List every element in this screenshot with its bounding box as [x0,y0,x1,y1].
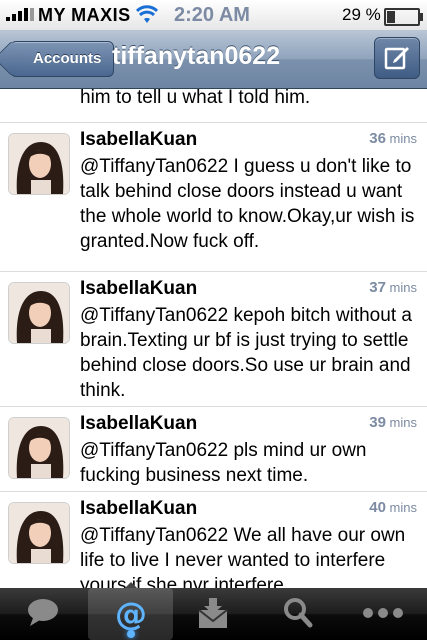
tweet-text: @TiffanyTan0622 kepoh bitch without a br… [80,305,412,401]
avatar[interactable] [8,502,70,564]
tab-mentions[interactable]: @ [88,582,173,640]
tab-bar: @ [0,582,427,640]
at-sign-icon: @ [115,596,147,632]
battery-percentage: 29 % [342,5,381,24]
wifi-icon [136,5,158,23]
tweet-row[interactable]: IsabellaKuan 36 mins @TiffanyTan0622 I g… [0,123,427,272]
timestamp-unit: mins [385,500,417,515]
tweet-username[interactable]: IsabellaKuan [80,278,197,300]
tweet-timestamp: 39 mins [369,414,417,431]
timestamp-unit: mins [385,415,417,430]
status-bar: MY MAXIS 2:20 AM 29 % [0,0,427,30]
tweet-text: @TiffanyTan0622 I guess u don't like to … [80,156,415,252]
tab-more[interactable] [340,588,425,640]
timestamp-unit: mins [385,280,417,295]
speech-bubble-icon [27,599,58,626]
battery-icon [384,8,423,26]
timestamp-number: 36 [369,130,386,147]
mentions-timeline[interactable]: him to tell u what I told him. IsabellaK… [0,89,427,588]
tweet-username[interactable]: IsabellaKuan [80,413,197,435]
tweet-username[interactable]: IsabellaKuan [80,498,197,520]
timestamp-unit: mins [385,131,417,146]
timestamp-number: 39 [369,414,386,431]
tweet-row[interactable]: IsabellaKuan 40 mins @TiffanyTan0622 We … [0,492,427,588]
tweet-row[interactable]: IsabellaKuan 37 mins @TiffanyTan0622 kep… [0,272,427,407]
tweet-text: @TiffanyTan0622 We all have our own life… [80,525,406,588]
search-icon [283,598,312,628]
page-title: tiffanytan0622 [112,42,281,70]
tweet-timestamp: 36 mins [369,130,417,147]
envelope-icon [197,598,228,628]
navigation-bar: Accounts tiffanytan0622 [0,30,427,89]
compose-icon [384,47,409,70]
svg-text:@: @ [115,596,147,632]
tweet-row[interactable]: IsabellaKuan 39 mins @TiffanyTan0622 pls… [0,407,427,492]
more-dots-icon [362,608,403,618]
list-item[interactable]: him to tell u what I told him. [0,89,427,123]
signal-strength-icon [6,8,34,21]
tweet-text: @TiffanyTan0622 pls mind ur own fucking … [80,440,367,486]
tweet-timestamp: 37 mins [369,279,417,296]
carrier-name: MY MAXIS [38,5,131,25]
accounts-back-button[interactable]: Accounts [10,41,115,77]
compose-button[interactable] [374,37,420,79]
tweet-username[interactable]: IsabellaKuan [80,129,197,151]
tab-search[interactable] [255,588,340,640]
avatar[interactable] [8,417,70,479]
selected-tab-pointer [124,582,137,588]
back-button-label: Accounts [33,50,102,67]
avatar[interactable] [8,282,70,344]
tweet-timestamp: 40 mins [369,499,417,516]
tab-timeline[interactable] [0,588,85,640]
tab-messages[interactable] [170,588,255,640]
timestamp-number: 40 [369,499,386,516]
timestamp-number: 37 [369,279,386,296]
tweet-text: him to tell u what I told him. [80,89,311,108]
avatar[interactable] [8,133,70,195]
selected-indicator [126,630,135,638]
